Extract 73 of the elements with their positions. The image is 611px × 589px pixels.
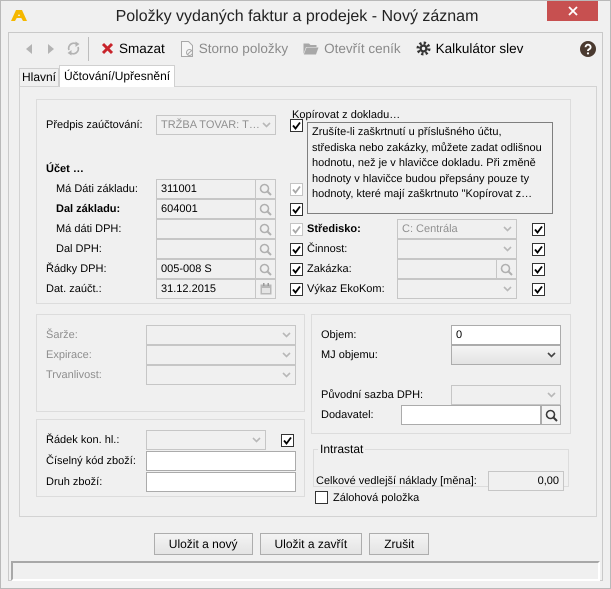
caret-icon: [262, 122, 271, 128]
field-label: MJ objemu:: [321, 349, 379, 361]
dropdown[interactable]: [451, 345, 561, 365]
field-label: Řádky DPH:: [46, 263, 108, 275]
field-label: Expirace:: [46, 349, 93, 361]
document-icon: [180, 40, 194, 56]
column-heading: Kopírovat z dokladu…: [292, 108, 402, 122]
caret-icon: [547, 392, 556, 398]
back-icon: [25, 42, 33, 54]
search-button[interactable]: [541, 405, 561, 425]
field-label: Celkové vedlejší náklady [měna]:: [316, 475, 478, 487]
field-label: Má Dáti základu:: [56, 183, 139, 195]
field-label: Dodavatel:: [321, 409, 375, 421]
field-label: Šarže:: [46, 329, 79, 341]
logo-icon: [11, 10, 27, 21]
caret-icon: [503, 246, 512, 252]
field-label: Výkaz EkoKom:: [307, 283, 386, 295]
field-label: Dat. zaúčt.:: [46, 283, 103, 295]
search-icon: [259, 182, 272, 196]
field-label: Objem:: [321, 329, 358, 341]
field-label: Trvanlivost:: [46, 369, 103, 381]
caret-icon: [282, 372, 291, 378]
help-button[interactable]: [580, 40, 596, 56]
close-icon: [568, 6, 578, 16]
group-title: Intrastat: [319, 443, 364, 455]
caret-icon: [252, 437, 261, 443]
search-icon: [259, 222, 272, 236]
caret-icon: [282, 352, 291, 358]
caret-icon: [547, 352, 556, 358]
caret-icon: [503, 286, 512, 292]
refresh-icon: [66, 41, 80, 56]
input-field[interactable]: [401, 405, 541, 425]
field-label: Dal DPH:: [56, 243, 103, 255]
field-label: Číselný kód zboží:: [46, 455, 137, 467]
search-icon: [259, 262, 272, 276]
help-icon: [580, 40, 596, 56]
window-title: Položky vydaných faktur a prodejek - Nový záznam: [114, 7, 480, 27]
section-heading: Účet …: [46, 162, 85, 177]
delete-icon: [101, 42, 114, 55]
tab[interactable]: Účtování/Upřesnění: [59, 65, 176, 87]
checkbox[interactable]: [315, 491, 328, 504]
tab[interactable]: Hlavní: [19, 68, 60, 86]
search-icon: [259, 202, 272, 216]
field-label: Druh zboží:: [46, 476, 104, 488]
field-label: Předpis zaúčtování:: [46, 119, 144, 131]
save-and-close-button[interactable]: Uložit a zavřít: [260, 533, 362, 555]
caret-icon: [282, 332, 291, 338]
checkbox-label: Zálohová položka: [333, 492, 420, 504]
field-label: Dal základu:: [56, 203, 122, 215]
field-label: Činnost:: [307, 243, 348, 255]
search-icon: [259, 242, 272, 256]
forward-icon: [47, 42, 55, 54]
field-label: Zakázka:: [307, 263, 353, 275]
search-icon: [544, 408, 558, 422]
field-label: Řádek kon. hl.:: [46, 434, 120, 446]
discount-calculator-button[interactable]: Kalkulátor slev: [412, 36, 528, 60]
field-label: Původní sazba DPH:: [321, 389, 424, 401]
search-icon: [500, 262, 513, 276]
delete-button[interactable]: Smazat: [97, 36, 169, 60]
cancel-button[interactable]: Zrušit: [369, 533, 430, 555]
folder-icon: [303, 42, 320, 55]
field-label: Středisko:: [307, 223, 362, 235]
close-button[interactable]: [547, 1, 598, 21]
calendar-icon: [260, 283, 272, 295]
field-label: Má dáti DPH:: [56, 223, 122, 235]
gear-icon: [416, 41, 431, 56]
info-note: Zrušíte-li zaškrtnutí u příslušného účtu, střediska nebo zakázky, můžete zadat odlišnou hodnotu, než je v hlavičce dokladu. Při změně hodnoty v hlavičce budou přepsány pouze ty hodnoty, které mají zaškrtnuto "Kopírovat z…: [307, 122, 553, 214]
input-field[interactable]: [146, 451, 296, 471]
input-field[interactable]: [146, 472, 296, 492]
input-field[interactable]: 0: [451, 325, 561, 345]
save-and-new-button[interactable]: Uložit a nový: [154, 533, 252, 555]
date-picker-button[interactable]: [256, 279, 276, 299]
caret-icon: [503, 226, 512, 232]
